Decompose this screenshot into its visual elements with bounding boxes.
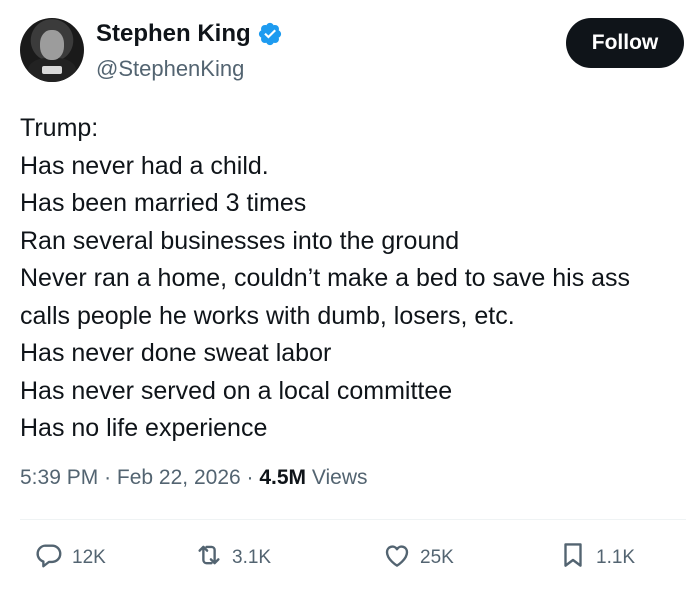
- tweet-time[interactable]: 5:39 PM: [20, 466, 98, 489]
- tweet-line: Has no life experience: [20, 414, 268, 442]
- reply-icon: [34, 540, 64, 576]
- bookmark-icon: [558, 540, 588, 576]
- reply-count: 12K: [72, 547, 106, 568]
- tweet-line: Has never had a child.: [20, 151, 269, 180]
- meta-separator: ·: [246, 466, 254, 489]
- tweet-line: calls people he works with dumb, losers,…: [20, 301, 515, 330]
- tweet-date[interactable]: Feb 22, 2026: [117, 466, 241, 489]
- views-label: Views: [311, 466, 368, 489]
- tweet-line: Has been married 3 times: [20, 189, 307, 217]
- action-bar: 12K 3.1K 25K 1.1K: [20, 540, 680, 580]
- like-button[interactable]: 25K: [382, 540, 454, 576]
- tweet-line: Never ran a home, couldn’t make a bed to…: [20, 264, 631, 292]
- meta-separator: ·: [104, 466, 112, 489]
- tweet-line: Trump:: [20, 114, 99, 142]
- tweet-line: Has never done sweat labor: [20, 339, 332, 367]
- author-handle[interactable]: @StephenKing: [96, 56, 244, 82]
- views-count: 4.5M: [259, 466, 307, 489]
- tweet-text: Trump: Has never had a child. Has been m…: [20, 110, 630, 448]
- follow-button[interactable]: Follow: [566, 18, 684, 68]
- tweet-line: Ran several businesses into the ground: [20, 226, 460, 255]
- bookmark-count: 1.1K: [596, 547, 636, 568]
- tweet-header: Stephen King @StephenKing Follow: [20, 14, 684, 84]
- avatar[interactable]: [20, 18, 84, 82]
- author-name[interactable]: Stephen King: [96, 20, 251, 48]
- repost-count: 3.1K: [232, 547, 272, 568]
- verified-badge-icon: [257, 21, 283, 47]
- bookmark-button[interactable]: 1.1K: [558, 540, 635, 576]
- tweet-line: Has never served on a local committee: [20, 376, 453, 405]
- divider: [20, 519, 686, 520]
- like-count: 25K: [420, 547, 454, 568]
- author-name-row: Stephen King: [96, 20, 283, 48]
- tweet-meta: 5:39 PM · Feb 22, 2026 · 4.5M Views: [20, 466, 368, 490]
- heart-icon: [382, 540, 412, 576]
- repost-icon: [194, 540, 224, 576]
- reply-button[interactable]: 12K: [34, 540, 106, 576]
- repost-button[interactable]: 3.1K: [194, 540, 271, 576]
